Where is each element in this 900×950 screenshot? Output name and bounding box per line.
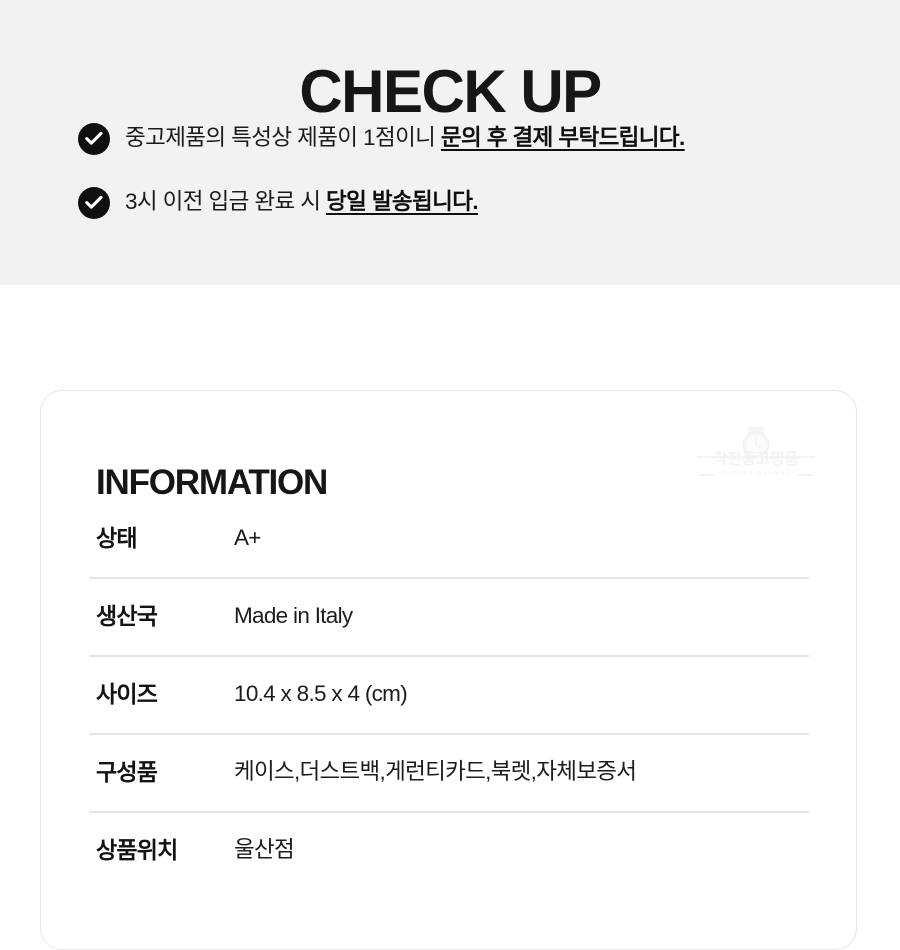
table-row-label: 생산국 — [96, 603, 158, 629]
brand-watermark: 착한중고명품 LUXURY BRANDS — [697, 425, 815, 487]
table-row: 구성품 케이스,더스트백,게런티카드,북렛,자체보증서 — [89, 733, 809, 811]
information-card: INFORMATION 착한중고명품 LUXURY BRANDS 상태 A+ 생… — [40, 390, 857, 950]
table-row: 사이즈 10.4 x 8.5 x 4 (cm) — [89, 655, 809, 733]
list-item: 3시 이전 입금 완료 시 당일 발송됩니다. — [78, 185, 878, 219]
page-title: CHECK UP — [299, 58, 602, 126]
table-row-value: Made in Italy — [234, 603, 353, 628]
checkup-section: CHECK UP 중고제품의 특성상 제품이 1점이니 문의 후 결제 부탁드립… — [0, 0, 900, 285]
list-item-text-plain: 3시 이전 입금 완료 시 — [125, 189, 326, 214]
specification-table: 상태 A+ 생산국 Made in Italy 사이즈 10.4 x 8.5 x… — [89, 499, 809, 889]
table-row-label: 상품위치 — [96, 837, 178, 863]
list-item-text-plain: 중고제품의 특성상 제품이 1점이니 — [125, 125, 441, 150]
table-row-value: A+ — [234, 525, 261, 550]
watermark-brand-text: 착한중고명품 — [713, 451, 799, 468]
check-circle-icon — [78, 123, 110, 155]
table-row-value: 10.4 x 8.5 x 4 (cm) — [234, 681, 408, 706]
table-row: 생산국 Made in Italy — [89, 577, 809, 655]
watermark-subtitle: LUXURY BRANDS — [721, 471, 791, 477]
list-item: 중고제품의 특성상 제품이 1점이니 문의 후 결제 부탁드립니다. — [78, 121, 878, 155]
table-row-label: 구성품 — [96, 759, 158, 785]
table-row-value: 케이스,더스트백,게런티카드,북렛,자체보증서 — [234, 759, 637, 784]
table-row-value: 울산점 — [234, 837, 295, 862]
check-circle-icon — [78, 187, 110, 219]
list-item-text: 3시 이전 입금 완료 시 당일 발송됩니다. — [125, 185, 479, 219]
list-item-text-emphasis: 당일 발송됩니다. — [325, 189, 479, 214]
checkup-bullet-list: 중고제품의 특성상 제품이 1점이니 문의 후 결제 부탁드립니다. 3시 이전… — [78, 121, 878, 249]
section-title-information: INFORMATION — [96, 463, 328, 503]
table-row: 상태 A+ — [89, 499, 809, 577]
table-row-label: 사이즈 — [96, 681, 158, 707]
list-item-text-emphasis: 문의 후 결제 부탁드립니다. — [440, 125, 685, 150]
table-row: 상품위치 울산점 — [89, 811, 809, 889]
product-detail-page: CHECK UP 중고제품의 특성상 제품이 1점이니 문의 후 결제 부탁드립… — [0, 0, 900, 950]
list-item-text: 중고제품의 특성상 제품이 1점이니 문의 후 결제 부탁드립니다. — [125, 121, 685, 155]
table-row-label: 상태 — [96, 525, 138, 551]
